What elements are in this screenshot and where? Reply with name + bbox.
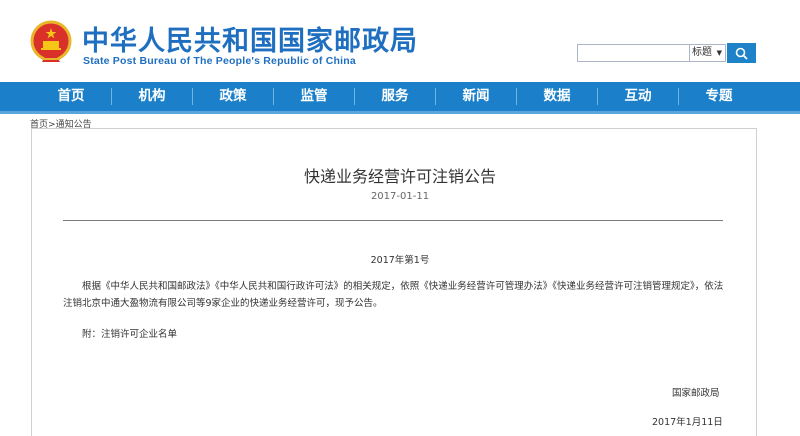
signature-date: 2017年1月11日 [652, 417, 723, 428]
nav-item-home[interactable]: 首页 [31, 82, 111, 111]
site-header: 中华人民共和国国家邮政局 State Post Bureau of The Pe… [0, 0, 800, 80]
article-title: 快递业务经营许可注销公告 [303, 167, 496, 186]
nav-item-policy[interactable]: 政策 [193, 82, 273, 111]
document-number: 2017年第1号 [370, 255, 430, 266]
site-title-en: State Post Bureau of The People's Republ… [83, 55, 356, 67]
search-input[interactable] [577, 44, 690, 62]
search-scope-label: 标题 [692, 47, 712, 58]
signature-organization: 国家邮政局 [672, 388, 720, 399]
nav-item-organization[interactable]: 机构 [112, 82, 192, 111]
article-body: 根据《中华人民共和国邮政法》《中华人民共和国行政许可法》的相关规定，依照《快递业… [63, 281, 724, 309]
main-nav: 首页 机构 政策 监管 服务 新闻 数据 互动 专题 [0, 82, 800, 111]
nav-item-supervision[interactable]: 监管 [274, 82, 354, 111]
attachment-link[interactable]: 附：注销许可企业名单 [82, 326, 177, 340]
article-date: 2017-01-11 [370, 191, 430, 202]
site-title-cn: 中华人民共和国国家邮政局 [82, 26, 418, 57]
national-emblem-icon [30, 20, 72, 62]
nav-item-topics[interactable]: 专题 [679, 82, 759, 111]
nav-bottom-border [0, 111, 800, 114]
chevron-down-icon: ▼ [716, 49, 722, 57]
search-button[interactable] [727, 43, 756, 63]
nav-item-service[interactable]: 服务 [355, 82, 435, 111]
search-scope-select[interactable]: 标题 ▼ [690, 44, 726, 62]
title-divider [63, 220, 723, 221]
nav-item-interaction[interactable]: 互动 [598, 82, 678, 111]
nav-item-news[interactable]: 新闻 [436, 82, 516, 111]
nav-item-data[interactable]: 数据 [517, 82, 597, 111]
search-icon [735, 47, 748, 60]
